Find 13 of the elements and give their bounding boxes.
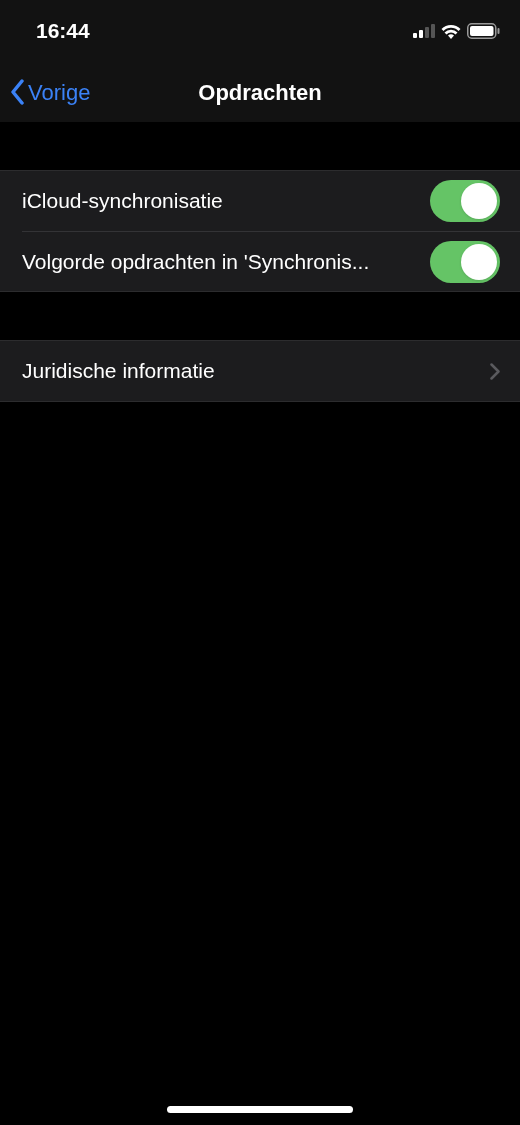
wifi-icon [441,23,461,39]
battery-icon [467,23,500,39]
chevron-right-icon[interactable] [490,362,500,380]
signal-icon [413,24,435,38]
setting-label: Juridische informatie [22,358,216,385]
setting-label: iCloud-synchronisatie [22,188,224,215]
status-time: 16:44 [36,18,90,45]
chevron-left-icon [10,79,24,105]
toggle-switch[interactable] [430,180,500,222]
setting-label: Volgorde opdrachten in 'Synchronis... [22,248,371,275]
page-title: Opdrachten [198,78,322,107]
toggle-switch[interactable] [430,240,500,283]
back-button[interactable]: Vorige [10,75,91,109]
